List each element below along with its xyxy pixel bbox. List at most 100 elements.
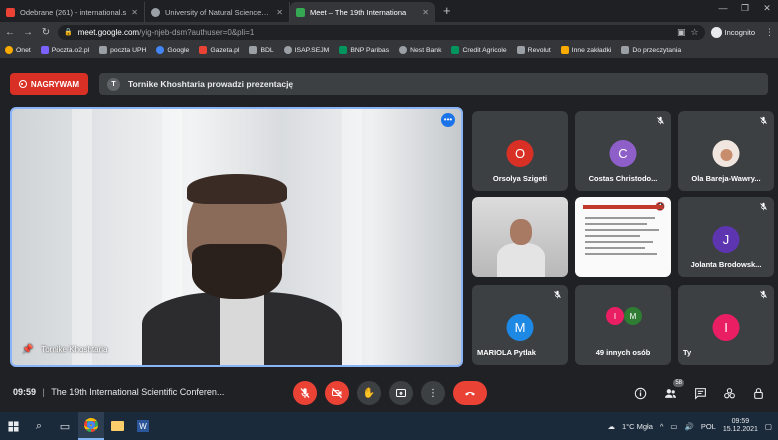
windows-start-icon[interactable] <box>0 412 26 440</box>
volume-icon[interactable]: 🔊 <box>685 422 694 431</box>
lock-person-icon <box>753 387 763 399</box>
bookmark-item[interactable]: Revolut <box>516 46 551 54</box>
camera-toggle-button[interactable] <box>325 381 349 405</box>
meet-area: NAGRYWAM T Tornike Khoshtaria prowadzi p… <box>0 60 778 412</box>
menu-icon[interactable]: ⋮ <box>765 27 774 38</box>
avatar: M <box>624 307 642 325</box>
revolut-icon <box>516 46 525 54</box>
avatar: J <box>712 226 740 253</box>
tray-chevron-icon[interactable]: ^ <box>660 422 664 431</box>
weather-icon[interactable]: ☁ <box>607 422 615 431</box>
raise-hand-button[interactable]: ✋ <box>357 381 381 405</box>
bookmark-item[interactable]: BNP Paribas <box>339 46 389 54</box>
speaker-name-tag: 📌 Tornike Khoshtaria <box>22 344 107 355</box>
leave-call-button[interactable] <box>453 381 487 405</box>
tab-university[interactable]: University of Natural Sciences an ✕ <box>145 2 290 22</box>
close-icon[interactable]: ✕ <box>276 8 283 17</box>
weather-text[interactable]: 1°C Mgła <box>622 422 653 431</box>
self-tile[interactable]: I Ty <box>678 285 774 365</box>
bookmark-item[interactable]: Gazeta.pl <box>199 46 239 54</box>
present-icon <box>396 389 406 397</box>
participant-name: Ty <box>683 348 692 357</box>
speaker-video-frame <box>142 174 342 365</box>
bookmark-item[interactable]: Google <box>156 46 189 54</box>
main-speaker-video[interactable]: ••• 📌 Tornike Khoshtaria <box>10 107 463 367</box>
google-icon <box>156 46 165 54</box>
file-explorer-icon[interactable] <box>104 412 130 440</box>
bookmark-item[interactable]: Nest Bank <box>399 46 441 54</box>
tab-gmail[interactable]: Odebrane (261) - international.s ✕ <box>0 2 145 22</box>
url-bar[interactable]: 🔒 meet.google.com/yig-njeb-dsm?authuser=… <box>58 24 705 40</box>
bookmark-folder[interactable]: Inne zakładki <box>560 46 611 54</box>
star-icon[interactable]: ☆ <box>690 27 698 38</box>
pin-icon[interactable]: 📌 <box>22 344 33 355</box>
mic-toggle-button[interactable] <box>293 381 317 405</box>
back-icon[interactable]: ← <box>4 27 16 38</box>
camera-indicator-icon[interactable]: ▣ <box>677 27 686 38</box>
others-tile[interactable]: I M 49 innych osób <box>575 285 671 365</box>
profile-button[interactable]: Incognito <box>710 26 759 38</box>
incognito-icon <box>710 26 722 38</box>
participant-tile[interactable]: Ola Bareja-Wawry... <box>678 111 774 191</box>
participant-tile[interactable]: J Jolanta Brodowsk... <box>678 197 774 277</box>
record-icon <box>18 80 27 88</box>
recording-indicator[interactable]: NAGRYWAM <box>10 73 88 95</box>
participant-name: MARIOLA Pytlak <box>477 348 536 357</box>
minimize-icon[interactable]: — <box>712 0 734 18</box>
gmail-icon <box>6 7 15 17</box>
mic-off-icon <box>759 116 768 127</box>
bookmark-item[interactable]: Credit Agricole <box>451 46 507 54</box>
presentation-tile[interactable]: 🔇 <box>575 197 671 277</box>
tab-title: Odebrane (261) - international.s <box>20 7 127 17</box>
meeting-title: The 19th International Scientific Confer… <box>51 387 225 397</box>
close-window-icon[interactable]: ✕ <box>756 0 778 18</box>
close-icon[interactable]: ✕ <box>422 8 429 17</box>
language-indicator[interactable]: POL <box>701 422 716 431</box>
search-icon[interactable]: ⌕ <box>26 412 52 440</box>
present-button[interactable] <box>389 381 413 405</box>
bookmark-item[interactable]: BDL <box>249 46 274 54</box>
more-options-icon[interactable]: ••• <box>441 113 455 127</box>
bookmarks-bar: Onet Poczta.o2.pl poczta UPH Google Gaze… <box>0 42 778 59</box>
profile-label: Incognito <box>724 27 755 37</box>
lock-icon[interactable]: 🔒 <box>64 28 73 36</box>
more-options-button[interactable]: ⋮ <box>421 381 445 405</box>
avatar: C <box>609 140 637 167</box>
close-icon[interactable]: ✕ <box>131 8 138 17</box>
tab-title: Meet – The 19th Internationa <box>310 7 407 17</box>
tab-meet[interactable]: Meet – The 19th Internationa ✕ <box>290 2 435 22</box>
screen: Odebrane (261) - international.s ✕ Unive… <box>0 0 778 440</box>
participant-tile[interactable]: O Orsolya Szigeti <box>472 111 568 191</box>
host-controls-button[interactable] <box>750 385 766 401</box>
people-count-badge: 58 <box>673 379 684 387</box>
participant-video <box>510 219 532 245</box>
network-icon[interactable]: ▭ <box>670 422 677 431</box>
chat-button[interactable] <box>692 385 708 401</box>
participant-tile[interactable]: C Costas Christodo... <box>575 111 671 191</box>
bookmark-item[interactable]: poczta UPH <box>99 46 146 54</box>
mic-off-icon <box>759 290 768 301</box>
reading-list[interactable]: Do przeczytania <box>621 46 681 54</box>
new-tab-icon[interactable]: + <box>435 2 459 22</box>
maximize-icon[interactable]: ❐ <box>734 0 756 18</box>
bookmark-item[interactable]: Onet <box>5 46 31 54</box>
clock[interactable]: 09:59 15.12.2021 <box>723 418 758 435</box>
bookmark-item[interactable]: ISAP.SEJM <box>283 46 329 54</box>
people-button[interactable]: 58 <box>662 379 684 401</box>
chrome-taskbar-icon[interactable] <box>78 412 104 440</box>
window-controls: — ❐ ✕ <box>712 0 778 18</box>
bnp-icon <box>339 46 348 54</box>
word-icon[interactable]: W <box>130 412 156 440</box>
task-view-icon[interactable]: ▭ <box>52 412 78 440</box>
avatar: I <box>712 314 740 341</box>
hand-icon: ✋ <box>362 387 376 399</box>
reload-icon[interactable]: ↻ <box>40 27 52 38</box>
avatar: O <box>506 140 534 167</box>
participant-tile[interactable]: M MARIOLA Pytlak <box>472 285 568 365</box>
bookmark-item[interactable]: Poczta.o2.pl <box>40 46 89 54</box>
meeting-details-icon[interactable] <box>632 385 648 401</box>
notifications-icon[interactable]: ▢ <box>765 422 772 431</box>
forward-icon[interactable]: → <box>22 27 34 38</box>
activities-button[interactable] <box>721 385 737 401</box>
participant-video-tile[interactable] <box>472 197 568 277</box>
